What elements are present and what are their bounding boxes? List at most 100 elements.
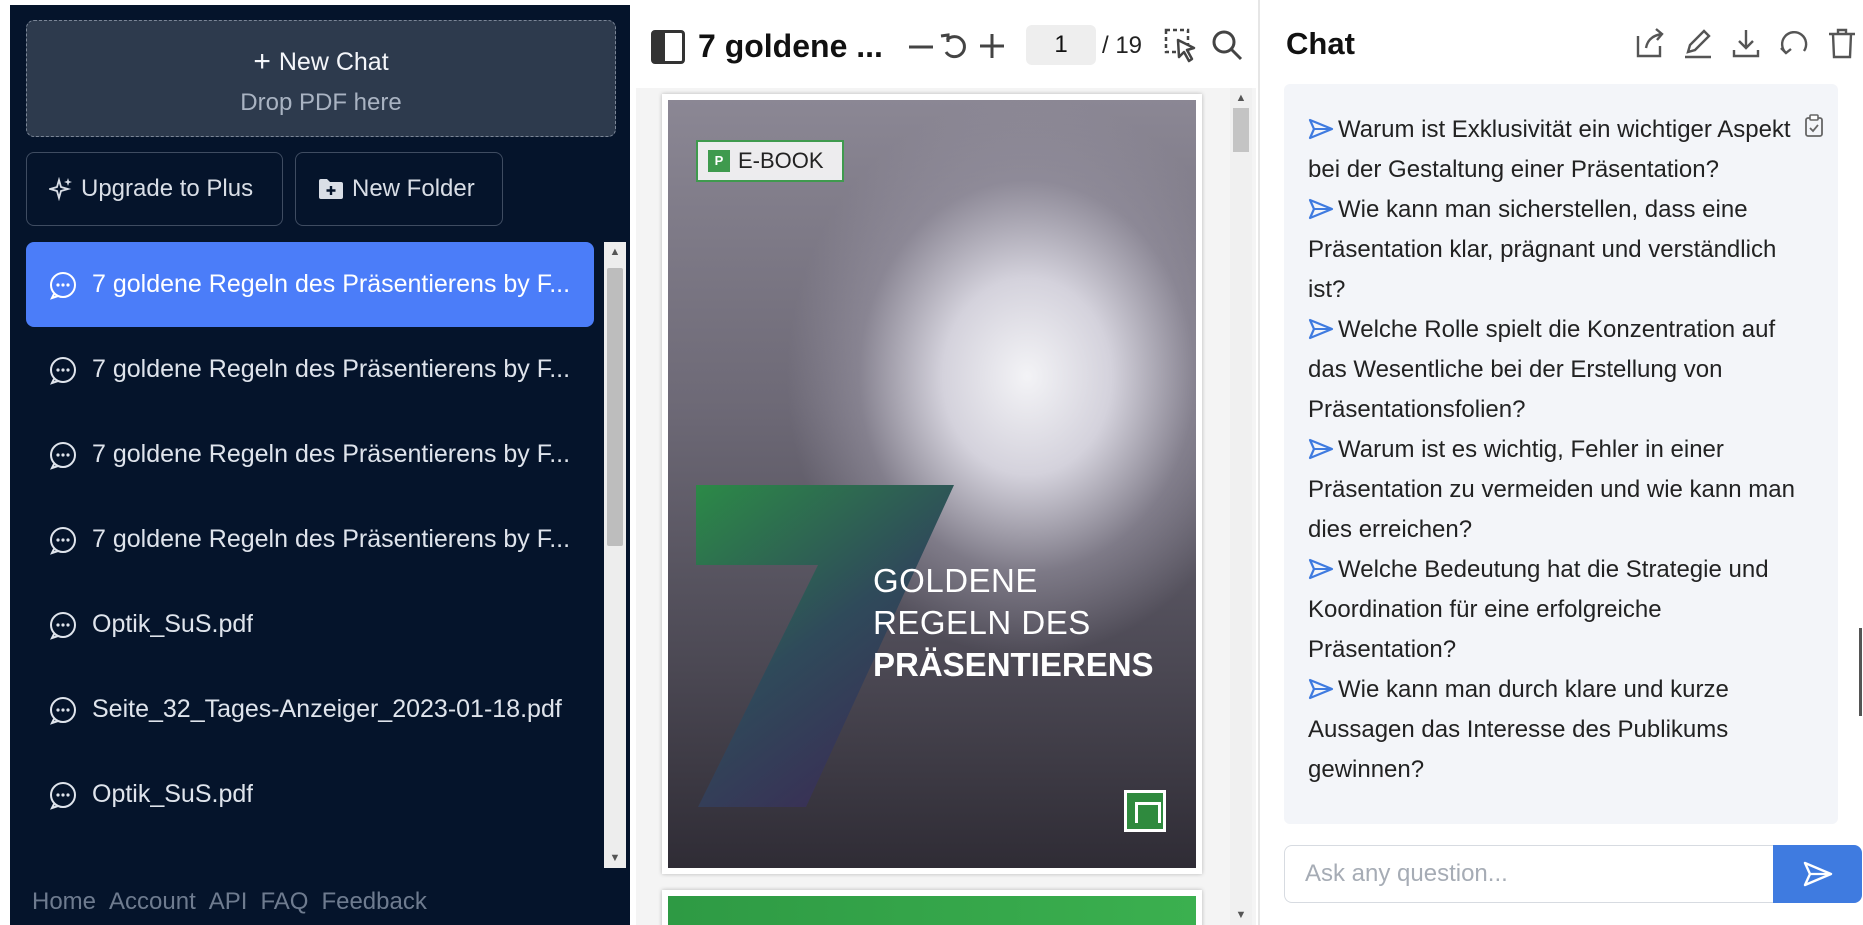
clipboard-check-icon[interactable] [1804,114,1824,138]
chat-list-item[interactable]: 7 goldene Regeln des Präsentierens by F.… [26,327,594,412]
chat-bubble-icon [50,356,76,385]
footer-link-home[interactable]: Home [32,888,96,916]
cover-title-line1: GOLDENE [873,562,1038,599]
pdf-viewer: 7 goldene ... / 19 P E-BOOK [636,0,1256,925]
document-title: 7 goldene ... [698,28,883,64]
send-icon [1803,861,1832,887]
sidebar-toggle-icon[interactable] [651,30,685,64]
download-icon[interactable] [1730,26,1762,60]
suggested-question[interactable]: Welche Rolle spielt die Konzentration au… [1284,310,1838,430]
panel-divider[interactable] [1258,0,1260,925]
send-arrow-icon [1308,198,1334,220]
chat-list-item[interactable]: 7 goldene Regeln des Präsentierens by F.… [26,242,594,327]
footer-link-feedback[interactable]: Feedback [321,888,426,916]
zoom-in-icon[interactable] [976,30,1008,62]
page-total: / 19 [1102,32,1143,59]
chat-item-label: 7 goldene Regeln des Präsentierens by F.… [92,355,571,383]
chat-item-label: 7 goldene Regeln des Präsentierens by F.… [92,440,571,468]
cover-title-line2: REGELN DES [873,604,1091,641]
scroll-down-icon[interactable]: ▼ [1230,905,1252,925]
chat-item-label: Seite_32_Tages-Anzeiger_2023-01-18.pdf [92,695,562,723]
chat-item-label: 7 goldene Regeln des Präsentierens by F.… [92,525,571,553]
suggested-question-text: Welche Rolle spielt die Konzentration au… [1308,316,1776,423]
suggested-question-text: Wie kann man sicherstellen, dass eine Pr… [1308,196,1777,303]
suggested-question[interactable]: Warum ist Exklusivität ein wichtiger Asp… [1284,110,1838,190]
panel-resize-handle[interactable] [1859,628,1862,716]
pdf-page-1: P E-BOOK 7 GOLDENE R [662,94,1202,874]
zoom-out-icon[interactable] [906,32,936,62]
chat-list-scrollbar[interactable]: ▲ ▼ [604,242,626,868]
footer-link-faq[interactable]: FAQ [260,888,308,916]
sidebar-actions: Upgrade to Plus New Folder [26,152,503,226]
sidebar: + New Chat Drop PDF here Upgrade to Plus… [0,0,630,925]
chat-title: Chat [1286,26,1355,61]
send-arrow-icon [1308,558,1334,580]
new-chat-button[interactable]: + New Chat [27,47,615,77]
sidebar-panel: + New Chat Drop PDF here Upgrade to Plus… [10,5,630,925]
chat-list-item[interactable]: 7 goldene Regeln des Präsentierens by F.… [26,497,594,582]
send-button[interactable] [1773,845,1862,903]
scroll-down-icon[interactable]: ▼ [604,848,626,868]
drop-pdf-hint: Drop PDF here [240,89,402,116]
new-chat-label: New Chat [278,47,389,76]
suggested-question[interactable]: Welche Bedeutung hat die Strategie und K… [1284,550,1838,670]
upgrade-button[interactable]: Upgrade to Plus [26,152,283,226]
cover-image: P E-BOOK 7 GOLDENE R [668,100,1196,868]
suggested-question[interactable]: Wie kann man sicherstellen, dass eine Pr… [1284,190,1838,310]
trash-icon[interactable] [1826,26,1858,60]
ask-bar [1284,845,1862,903]
suggested-question-text: Warum ist es wichtig, Fehler in einer Pr… [1308,436,1795,543]
sidebar-footer: Home Account API FAQ Feedback [32,888,427,916]
pdf-pages[interactable]: P E-BOOK 7 GOLDENE R [636,88,1256,925]
page-number-input[interactable] [1026,25,1096,65]
search-icon[interactable] [1210,28,1244,62]
ebook-badge: P E-BOOK [696,140,844,182]
suggested-question[interactable]: Warum ist es wichtig, Fehler in einer Pr… [1284,430,1838,550]
new-folder-label: New Folder [352,175,475,202]
scrollbar-thumb[interactable] [1233,108,1249,152]
edit-icon[interactable] [1682,26,1714,60]
suggested-questions: Warum ist Exklusivität ein wichtiger Asp… [1284,84,1838,790]
reset-chat-icon[interactable] [1778,26,1810,60]
chat-list-item[interactable]: Seite_32_Tages-Anzeiger_2023-01-18.pdf [26,667,594,752]
plus-icon: + [253,45,271,78]
new-folder-button[interactable]: New Folder [295,152,503,226]
chat-list-item[interactable]: Optik_SuS.pdf [26,752,594,837]
footer-link-account[interactable]: Account [109,888,196,916]
chat-panel: Chat Warum ist Exklusivität ein wichtige… [1262,0,1863,925]
chat-bubble-icon [50,611,76,640]
send-arrow-icon [1308,318,1334,340]
reset-zoom-icon[interactable] [938,30,970,62]
ebook-badge-label: E-BOOK [738,148,824,173]
send-arrow-icon [1308,438,1334,460]
pdf-page-2 [662,890,1202,925]
page-2-preview [668,896,1196,925]
chat-header-actions [1634,26,1858,60]
suggested-question-text: Wie kann man durch klare und kurze Aussa… [1308,676,1729,783]
ask-question-input[interactable] [1284,845,1774,903]
chat-bubble-icon [50,526,76,555]
scroll-up-icon[interactable]: ▲ [604,242,626,262]
chat-bubble-icon [50,271,76,300]
footer-link-api[interactable]: API [209,888,248,916]
chat-list-item[interactable]: Optik_SuS.pdf [26,582,594,667]
scrollbar-thumb[interactable] [607,268,623,546]
cover-title-line3: PRÄSENTIERENS [873,646,1154,683]
new-chat-dropzone[interactable]: + New Chat Drop PDF here [26,20,616,137]
sparkle-icon [49,177,72,201]
chat-list: 7 goldene Regeln des Präsentierens by F.… [26,242,594,868]
suggested-question-text: Welche Bedeutung hat die Strategie und K… [1308,556,1769,663]
chat-bubble-icon [50,781,76,810]
suggested-question[interactable]: Wie kann man durch klare und kurze Aussa… [1284,670,1838,790]
viewer-scrollbar[interactable]: ▲ ▼ [1230,88,1252,925]
viewer-toolbar: 7 goldene ... / 19 [636,0,1256,88]
select-text-icon[interactable] [1164,28,1198,64]
scroll-up-icon[interactable]: ▲ [1230,88,1252,108]
chat-item-label: Optik_SuS.pdf [92,780,254,808]
chat-messages[interactable]: Warum ist Exklusivität ein wichtiger Asp… [1284,84,1838,824]
chat-list-item[interactable]: 7 goldene Regeln des Präsentierens by F.… [26,412,594,497]
suggested-question-text: Warum ist Exklusivität ein wichtiger Asp… [1308,116,1791,183]
upgrade-label: Upgrade to Plus [81,175,254,202]
share-icon[interactable] [1634,26,1666,60]
chat-header: Chat [1262,0,1863,84]
